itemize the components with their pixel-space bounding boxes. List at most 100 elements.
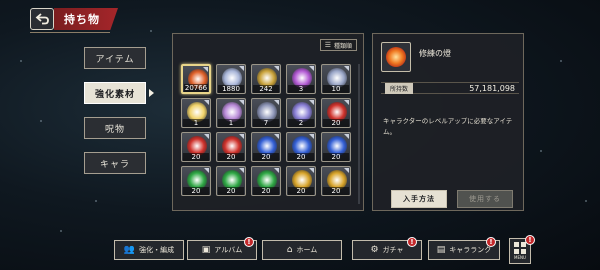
- item-quantity: 20: [183, 187, 209, 195]
- rarity-corner-icon: [239, 66, 244, 71]
- active-tab-arrow-icon: [149, 89, 154, 97]
- item-quantity: 20: [218, 153, 244, 161]
- sort-button[interactable]: ☰ 種類順: [319, 39, 357, 51]
- item-quantity: 1880: [218, 85, 244, 93]
- gacha-icon: ⚙: [370, 245, 379, 255]
- scrollbar[interactable]: [358, 64, 360, 204]
- nav-label: ガチャ: [382, 246, 404, 254]
- rarity-corner-icon: [309, 66, 314, 71]
- rarity-corner-icon: [239, 100, 244, 105]
- rarity-corner-icon: [239, 134, 244, 139]
- tab-characters[interactable]: キャラ: [84, 152, 146, 174]
- item-slot[interactable]: 20: [321, 132, 351, 162]
- item-slot[interactable]: 20: [216, 166, 246, 196]
- sort-label: 種類順: [333, 42, 352, 50]
- gacha-alert-badge: !: [407, 237, 417, 247]
- menu-label: MENU: [514, 255, 526, 260]
- rank-alert-badge: !: [486, 237, 496, 247]
- item-quantity: 1: [218, 119, 244, 127]
- rarity-corner-icon: [239, 168, 244, 173]
- item-slot[interactable]: 20: [181, 132, 211, 162]
- rarity-corner-icon: [309, 100, 314, 105]
- item-slot[interactable]: 20: [321, 166, 351, 196]
- album-alert-badge: !: [244, 237, 254, 247]
- nav-label: 強化・編成: [139, 246, 175, 254]
- menu-grid-icon: [514, 242, 526, 254]
- item-slot[interactable]: 20766: [181, 64, 211, 94]
- rarity-corner-icon: [204, 100, 209, 105]
- people-icon: 👥: [123, 245, 136, 255]
- tab-enhance-materials[interactable]: 強化素材: [84, 82, 146, 104]
- nav-label: キャラランク: [449, 246, 492, 254]
- item-quantity: 2: [288, 119, 314, 127]
- sort-list-icon: ☰: [324, 41, 331, 49]
- item-quantity: 7: [253, 119, 279, 127]
- item-quantity: 20: [253, 153, 279, 161]
- back-arrow-icon: [35, 13, 49, 25]
- owned-count-row: 所持数 57,181,098: [381, 82, 519, 94]
- item-detail-panel: 修練の燈 所持数 57,181,098 キャラクターのレベルアップに必要なアイテ…: [372, 33, 524, 211]
- tab-cursed-objects[interactable]: 呪物: [84, 117, 146, 139]
- item-quantity: 10: [323, 85, 349, 93]
- item-slot[interactable]: 20: [251, 132, 281, 162]
- item-quantity: 20: [323, 119, 349, 127]
- tab-items[interactable]: アイテム: [84, 47, 146, 69]
- nav-label: アルバム: [214, 246, 243, 254]
- obtain-method-button[interactable]: 入手方法: [391, 190, 447, 208]
- item-slot[interactable]: 1: [216, 98, 246, 128]
- item-slot[interactable]: 20: [216, 132, 246, 162]
- item-quantity: 3: [288, 85, 314, 93]
- nav-home[interactable]: ⌂ ホーム: [262, 240, 342, 260]
- item-slot[interactable]: 1880: [216, 64, 246, 94]
- item-quantity: 20: [253, 187, 279, 195]
- item-slot[interactable]: 3: [286, 64, 316, 94]
- item-slot[interactable]: 2: [286, 98, 316, 128]
- item-name: 修練の燈: [419, 49, 451, 58]
- rarity-corner-icon: [309, 168, 314, 173]
- rarity-corner-icon: [274, 168, 279, 173]
- home-icon: ⌂: [286, 245, 293, 255]
- item-slot[interactable]: 7: [251, 98, 281, 128]
- rarity-corner-icon: [309, 134, 314, 139]
- menu-alert-badge: !: [525, 235, 535, 245]
- item-slot[interactable]: 242: [251, 64, 281, 94]
- nav-enhance-formation[interactable]: 👥 強化・編成: [114, 240, 184, 260]
- rarity-corner-icon: [274, 66, 279, 71]
- item-quantity: 20: [218, 187, 244, 195]
- item-quantity: 20: [183, 153, 209, 161]
- rarity-corner-icon: [274, 134, 279, 139]
- item-description: キャラクターのレベルアップに必要なアイテム。: [383, 117, 513, 136]
- item-slot[interactable]: 1: [181, 98, 211, 128]
- item-quantity: 20: [323, 153, 349, 161]
- rarity-corner-icon: [274, 100, 279, 105]
- item-slot[interactable]: 20: [286, 132, 316, 162]
- item-quantity: 20: [323, 187, 349, 195]
- item-slot[interactable]: 20: [321, 98, 351, 128]
- use-button[interactable]: 使用する: [457, 190, 513, 208]
- rarity-corner-icon: [204, 168, 209, 173]
- title-divider: [30, 32, 110, 33]
- item-quantity: 1: [183, 119, 209, 127]
- training-flame-icon: [386, 47, 406, 67]
- item-quantity: 20: [288, 153, 314, 161]
- rarity-corner-icon: [344, 66, 349, 71]
- item-slot[interactable]: 20: [251, 166, 281, 196]
- rarity-corner-icon: [204, 134, 209, 139]
- page-title: 持ち物: [54, 8, 118, 30]
- rarity-corner-icon: [344, 168, 349, 173]
- selected-item-icon: [381, 42, 411, 72]
- owned-value: 57,181,098: [469, 83, 515, 93]
- item-slot[interactable]: 20: [181, 166, 211, 196]
- album-icon: ▣: [201, 245, 211, 255]
- item-quantity: 20: [288, 187, 314, 195]
- bottom-nav: 👥 強化・編成 ▣ アルバム ! ⌂ ホーム ⚙ ガチャ ! ▤ キャラランク …: [0, 235, 600, 270]
- item-grid-panel: ☰ 種類順 20766 1880 242 3 10 1 1 7 2 20 20 20 20 20 20 20 2…: [172, 33, 364, 211]
- rarity-corner-icon: [344, 134, 349, 139]
- rarity-corner-icon: [344, 100, 349, 105]
- nav-label: ホーム: [296, 246, 318, 254]
- item-slot[interactable]: 20: [286, 166, 316, 196]
- owned-label: 所持数: [385, 82, 414, 94]
- back-button[interactable]: [30, 8, 54, 30]
- item-slot[interactable]: 10: [321, 64, 351, 94]
- item-quantity: 242: [253, 85, 279, 93]
